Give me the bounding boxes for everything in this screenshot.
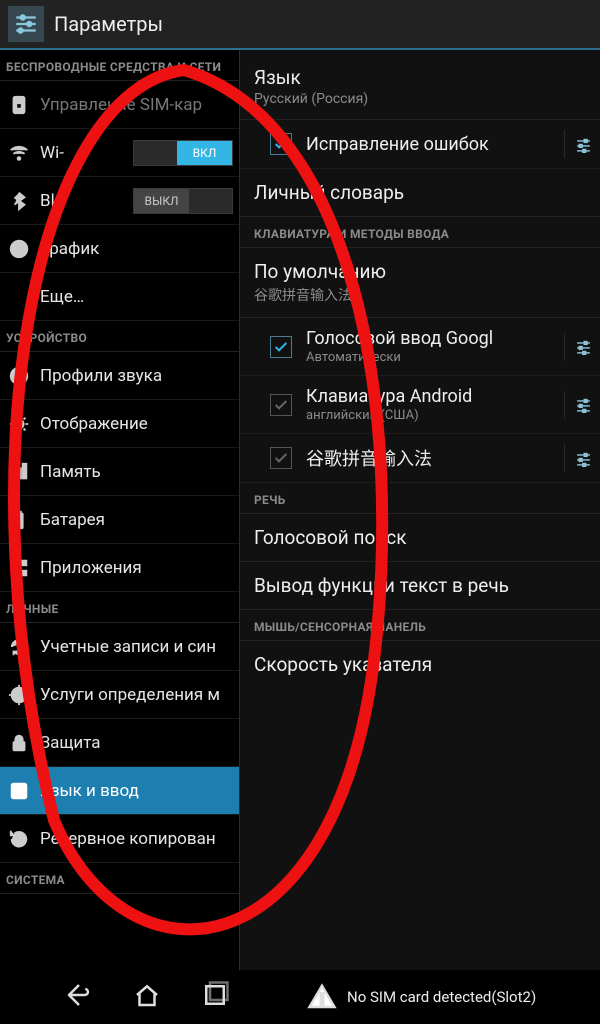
- sidebar-item-label: Еще…: [40, 287, 233, 307]
- spellcheck-settings-icon[interactable]: [564, 130, 592, 158]
- keyboard-label: Клавиатура Android: [306, 386, 556, 407]
- language-value: Русский (Россия): [254, 91, 586, 107]
- sidebar-item-label: Отображение: [40, 414, 233, 434]
- page-title: Параметры: [54, 12, 163, 36]
- sidebar-item[interactable]: Учетные записи и син: [0, 623, 239, 671]
- keyboard-checkbox: [270, 447, 292, 469]
- sidebar-item-label: Профили звука: [40, 366, 233, 386]
- row-language[interactable]: Язык Русский (Россия): [240, 54, 600, 120]
- sidebar-item[interactable]: Wi-ВКЛ: [0, 129, 239, 177]
- apps-icon: [6, 555, 32, 581]
- sync-icon: [6, 634, 32, 660]
- pointer-speed-label: Скорость указателя: [254, 653, 586, 676]
- lock-icon: [6, 730, 32, 756]
- personal-dictionary-label: Личный словарь: [254, 181, 586, 204]
- keyboard-settings-icon[interactable]: [564, 333, 592, 361]
- sidebar-item-label: Резервное копирован: [40, 829, 233, 849]
- spellcheck-checkbox[interactable]: [270, 133, 292, 155]
- sidebar-section-header: УСТРОЙСТВО: [0, 321, 239, 352]
- keyboard-sublabel: английский (США): [306, 408, 556, 423]
- lang-icon: A: [6, 778, 32, 804]
- keyboard-sublabel: Автоматически: [306, 350, 556, 365]
- warning-icon: [307, 982, 337, 1012]
- language-title: Язык: [254, 66, 586, 89]
- sidebar-item-label: Blu: [40, 191, 133, 211]
- sidebar-item[interactable]: Резервное копирован: [0, 815, 239, 863]
- bluetooth-icon: [6, 188, 32, 214]
- sidebar-item[interactable]: Защита: [0, 719, 239, 767]
- svg-text:A: A: [15, 784, 24, 798]
- keyboard-row[interactable]: 谷歌拼音输入法: [240, 434, 600, 483]
- titlebar: Параметры: [0, 0, 600, 50]
- header-keyboards: КЛАВИАТУРА И МЕТОДЫ ВВОДА: [240, 217, 600, 248]
- sidebar-item[interactable]: A Язык и ввод: [0, 767, 239, 815]
- settings-content: Язык Русский (Россия) Исправление ошибок: [240, 50, 600, 970]
- header-mouse: МЫШЬ/СЕНСОРНАЯ ПАНЕЛЬ: [240, 610, 600, 641]
- location-icon: [6, 682, 32, 708]
- sidebar-item[interactable]: Трафик: [0, 225, 239, 273]
- keyboard-settings-icon[interactable]: [564, 391, 592, 419]
- blank-icon: [6, 284, 32, 310]
- sidebar-item[interactable]: Батарея: [0, 496, 239, 544]
- header-speech: РЕЧЬ: [240, 483, 600, 514]
- default-keyboard-title: По умолчанию: [254, 260, 586, 283]
- row-spellcheck[interactable]: Исправление ошибок: [240, 120, 600, 169]
- keyboard-checkbox[interactable]: [270, 336, 292, 358]
- sidebar-item[interactable]: Еще…: [0, 273, 239, 321]
- sidebar-item[interactable]: BluВЫКЛ: [0, 177, 239, 225]
- settings-icon: [8, 6, 44, 42]
- sidebar-item-label: Защита: [40, 733, 233, 753]
- status-message: No SIM card detected(Slot2): [293, 970, 600, 1024]
- sidebar-item-label: Услуги определения м: [40, 685, 233, 705]
- tts-label: Вывод функции текст в речь: [254, 574, 586, 597]
- sidebar-item[interactable]: Отображение: [0, 400, 239, 448]
- row-personal-dictionary[interactable]: Личный словарь: [240, 169, 600, 217]
- sidebar-section-header: ЛИЧНЫЕ: [0, 592, 239, 623]
- home-button[interactable]: [132, 980, 162, 1014]
- storage-icon: [6, 459, 32, 485]
- traffic-icon: [6, 236, 32, 262]
- keyboard-label: Голосовой ввод Googl: [306, 328, 556, 349]
- sidebar-item[interactable]: Профили звука: [0, 352, 239, 400]
- settings-sidebar: БЕСПРОВОДНЫЕ СРЕДСТВА И СЕТИ Управление S…: [0, 50, 240, 970]
- sidebar-item[interactable]: Управление SIM-кар: [0, 81, 239, 129]
- row-pointer-speed[interactable]: Скорость указателя: [240, 641, 600, 688]
- row-tts[interactable]: Вывод функции текст в речь: [240, 562, 600, 610]
- battery-icon: [6, 507, 32, 533]
- keyboard-row[interactable]: Клавиатура Androidанглийский (США): [240, 376, 600, 434]
- sim-icon: [6, 92, 32, 118]
- sidebar-item-label: Учетные записи и син: [40, 637, 233, 657]
- sidebar-item-label: Приложения: [40, 558, 233, 578]
- row-default-keyboard[interactable]: По умолчанию 谷歌拼音输入法: [240, 248, 600, 318]
- keyboard-settings-icon[interactable]: [564, 444, 592, 472]
- keyboard-checkbox: [270, 394, 292, 416]
- sidebar-item-label: Управление SIM-кар: [40, 95, 233, 115]
- toggle-switch[interactable]: ВКЛ: [133, 140, 233, 166]
- sidebar-item-label: Язык и ввод: [40, 781, 233, 801]
- sidebar-item-label: Батарея: [40, 510, 233, 530]
- sidebar-item-label: Wi-: [40, 143, 133, 163]
- sidebar-item[interactable]: Память: [0, 448, 239, 496]
- display-icon: [6, 411, 32, 437]
- sidebar-item-label: Память: [40, 462, 233, 482]
- recent-apps-button[interactable]: [200, 980, 230, 1014]
- sidebar-item-label: Трафик: [40, 239, 233, 259]
- sound-icon: [6, 363, 32, 389]
- back-button[interactable]: [64, 980, 94, 1014]
- wifi-icon: [6, 140, 32, 166]
- row-voice-search[interactable]: Голосовой поиск: [240, 514, 600, 562]
- voice-search-label: Голосовой поиск: [254, 526, 586, 549]
- sidebar-item[interactable]: Услуги определения м: [0, 671, 239, 719]
- keyboard-row[interactable]: Голосовой ввод GooglАвтоматически: [240, 318, 600, 376]
- default-keyboard-sub: 谷歌拼音输入法: [254, 285, 586, 305]
- spellcheck-label: Исправление ошибок: [306, 134, 556, 155]
- keyboard-label: 谷歌拼音输入法: [306, 445, 556, 471]
- backup-icon: [6, 826, 32, 852]
- system-navbar: No SIM card detected(Slot2): [0, 970, 600, 1024]
- status-text: No SIM card detected(Slot2): [347, 988, 536, 1006]
- sidebar-item[interactable]: Приложения: [0, 544, 239, 592]
- sidebar-section-header: БЕСПРОВОДНЫЕ СРЕДСТВА И СЕТИ: [0, 50, 239, 81]
- sidebar-section-header: СИСТЕМА: [0, 863, 239, 894]
- toggle-switch[interactable]: ВЫКЛ: [133, 188, 233, 214]
